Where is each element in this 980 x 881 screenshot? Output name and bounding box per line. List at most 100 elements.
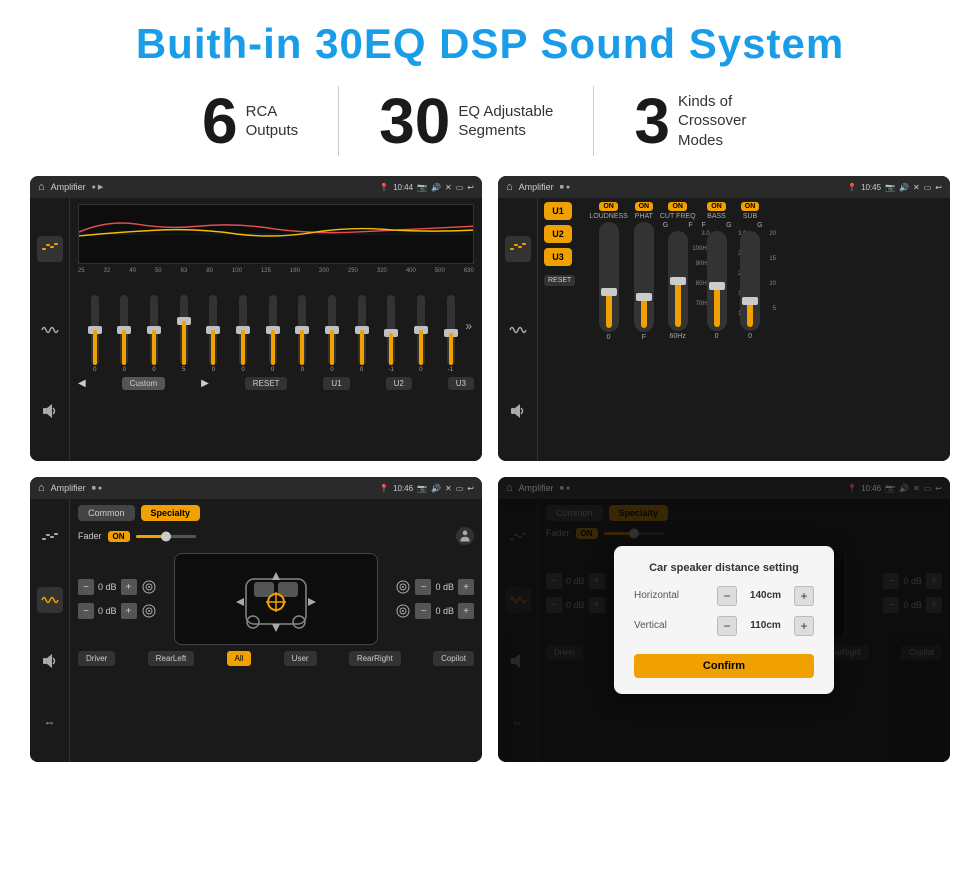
eq-back-icon[interactable]: ↩	[467, 183, 474, 192]
fader-dots: ■ ●	[92, 485, 102, 492]
preset-u3-btn[interactable]: U3	[544, 248, 572, 266]
eq-sidebar-wave-icon[interactable]	[37, 317, 63, 343]
cutfreq-slider[interactable]: 3.0 100Hz 90Hz 80Hz 70Hz	[668, 231, 688, 331]
eq-u1-btn[interactable]: U1	[323, 377, 349, 390]
fader-back-icon[interactable]: ↩	[467, 484, 474, 493]
db-minus-fr[interactable]: −	[415, 579, 431, 595]
db-control-rr: − 0 dB +	[395, 603, 474, 619]
phat-col: ON PHAT F	[634, 202, 654, 457]
fader-tabs: Common Specialty	[78, 505, 474, 521]
eq-slider-4[interactable]: 5	[169, 295, 199, 373]
dialog-horizontal-plus[interactable]: +	[794, 586, 814, 606]
crossover-sidebar-eq-icon[interactable]	[505, 236, 531, 262]
fader-location-icon: 📍	[379, 484, 389, 493]
eq-slider-2[interactable]: 0	[110, 295, 140, 373]
fader-driver-btn[interactable]: Driver	[78, 651, 115, 666]
eq-slider-7[interactable]: 0	[258, 295, 288, 373]
db-plus-rl[interactable]: +	[121, 603, 137, 619]
eq-u3-btn[interactable]: U3	[448, 377, 474, 390]
db-minus-rl[interactable]: −	[78, 603, 94, 619]
eq-slider-3[interactable]: 0	[139, 295, 169, 373]
fader-time: 10:46	[393, 484, 413, 493]
fader-all-btn[interactable]: All	[227, 651, 252, 666]
sub-col: ON SUB G 20 15 10 5	[738, 202, 763, 457]
loudness-toggle[interactable]: ON	[599, 202, 618, 211]
db-plus-fl[interactable]: +	[121, 579, 137, 595]
fader-rearright-btn[interactable]: RearRight	[349, 651, 401, 666]
crossover-reset-btn[interactable]: RESET	[544, 275, 575, 286]
phat-slider[interactable]	[634, 222, 654, 332]
cutfreq-toggle[interactable]: ON	[668, 202, 687, 211]
sub-toggle[interactable]: ON	[741, 202, 760, 211]
db-plus-rr[interactable]: +	[458, 603, 474, 619]
eq-play-icon[interactable]: ▶	[201, 378, 209, 389]
eq-vol-icon: 🔊	[431, 183, 441, 192]
eq-sliders-container: 0 0 0 5 0 0 0 0 0 0 -1 0 -1 »	[78, 278, 474, 373]
fader-tab-specialty[interactable]: Specialty	[141, 505, 201, 521]
stat-rca-label: RCAOutputs	[246, 102, 299, 141]
eq-slider-9[interactable]: 0	[317, 295, 347, 373]
db-minus-fl[interactable]: −	[78, 579, 94, 595]
eq-slider-6[interactable]: 0	[228, 295, 258, 373]
dialog-confirm-button[interactable]: Confirm	[634, 654, 814, 678]
fader-tab-common[interactable]: Common	[78, 505, 135, 521]
eq-expand-icon[interactable]: »	[465, 319, 472, 333]
bass-slider[interactable]: 3.0 2.5 2.0 1.5 1.0	[707, 231, 727, 331]
dialog-vertical-value: 110cm	[743, 620, 788, 631]
phat-toggle[interactable]: ON	[635, 202, 654, 211]
crossover-sidebar-speaker-icon[interactable]	[505, 398, 531, 424]
eq-slider-11[interactable]: -1	[376, 295, 406, 373]
fader-text-label: Fader	[78, 531, 102, 541]
loudness-slider[interactable]	[599, 222, 619, 332]
cutfreq-label: CUT FREQ	[660, 213, 696, 220]
eq-u2-btn[interactable]: U2	[386, 377, 412, 390]
eq-prev-icon[interactable]: ◀	[78, 378, 86, 389]
fader-on-badge[interactable]: ON	[108, 531, 130, 542]
eq-slider-5[interactable]: 0	[199, 295, 229, 373]
dialog-vertical-minus[interactable]: −	[717, 616, 737, 636]
db-plus-fr[interactable]: +	[458, 579, 474, 595]
eq-location-icon: 📍	[379, 183, 389, 192]
eq-slider-1[interactable]: 0	[80, 295, 110, 373]
preset-u1-btn[interactable]: U1	[544, 202, 572, 220]
eq-sidebar-eq-icon[interactable]	[37, 236, 63, 262]
home-icon[interactable]: ⌂	[38, 181, 45, 193]
fader-sidebar-speaker-icon[interactable]	[37, 648, 63, 674]
db-minus-rr[interactable]: −	[415, 603, 431, 619]
crossover-home-icon[interactable]: ⌂	[506, 181, 513, 193]
fader-sidebar-arrow-icon[interactable]: ⇔	[37, 709, 63, 735]
eq-sidebar-speaker-icon[interactable]	[37, 398, 63, 424]
stat-crossover: 3 Kinds ofCrossover Modes	[594, 89, 818, 153]
eq-reset-btn[interactable]: RESET	[245, 377, 288, 390]
fader-user-btn[interactable]: User	[284, 651, 317, 666]
loudness-col: ON LOUDNESS 0	[589, 202, 628, 457]
bass-toggle[interactable]: ON	[707, 202, 726, 211]
eq-bottom-bar: ◀ Custom ▶ RESET U1 U2 U3	[78, 377, 474, 390]
crossover-back-icon[interactable]: ↩	[935, 183, 942, 192]
crossover-main-content: U1 U2 U3 RESET ON LOUDNESS	[538, 198, 950, 461]
fader-sidebar-eq-icon[interactable]	[37, 526, 63, 552]
stat-crossover-number: 3	[634, 89, 670, 153]
eq-slider-12[interactable]: 0	[406, 295, 436, 373]
fader-left-controls: − 0 dB + − 0 dB +	[78, 579, 168, 619]
db-control-fl: − 0 dB +	[78, 579, 168, 595]
fader-rearleft-btn[interactable]: RearLeft	[148, 651, 195, 666]
sub-slider[interactable]: 20 15 10 5	[740, 231, 760, 331]
eq-topbar: ⌂ Amplifier ● ▶ 📍 10:44 📷 🔊 ✕ ▭ ↩	[30, 176, 482, 198]
fader-home-icon[interactable]: ⌂	[38, 482, 45, 494]
screen-fader: ⌂ Amplifier ■ ● 📍 10:46 📷 🔊 ✕ ▭ ↩	[30, 477, 482, 762]
eq-slider-13[interactable]: -1	[436, 295, 466, 373]
eq-slider-8[interactable]: 0	[287, 295, 317, 373]
fader-copilot-btn[interactable]: Copilot	[433, 651, 474, 666]
fader-right-controls: − 0 dB + − 0 dB +	[384, 579, 474, 619]
fader-sidebar-wave-icon[interactable]	[37, 587, 63, 613]
eq-custom-btn[interactable]: Custom	[122, 377, 166, 390]
dialog-horizontal-minus[interactable]: −	[717, 586, 737, 606]
dialog-horizontal-label: Horizontal	[634, 590, 699, 601]
dialog-vertical-plus[interactable]: +	[794, 616, 814, 636]
crossover-rect-icon: ▭	[924, 183, 932, 192]
eq-more-icon: ✕	[445, 183, 452, 192]
preset-u2-btn[interactable]: U2	[544, 225, 572, 243]
crossover-sidebar-wave-icon[interactable]	[505, 317, 531, 343]
eq-slider-10[interactable]: 0	[347, 295, 377, 373]
